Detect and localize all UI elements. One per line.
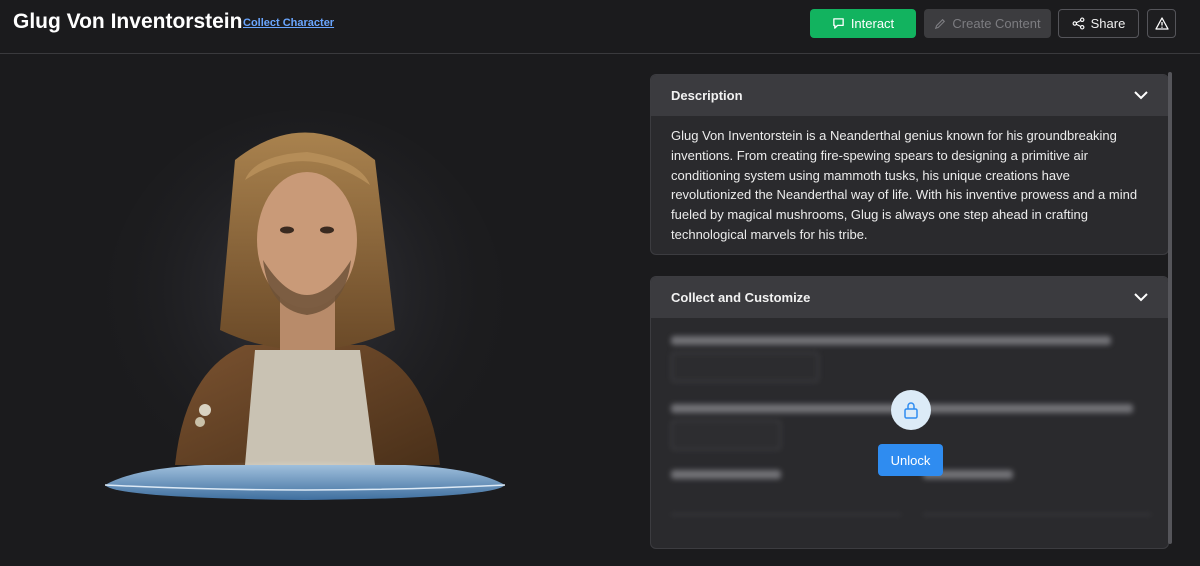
description-panel: Description Glug Von Inventorstein is a … <box>650 74 1169 255</box>
lock-icon <box>891 390 931 430</box>
chat-icon <box>832 17 845 30</box>
page-title: Glug Von Inventorstein <box>13 10 243 33</box>
warning-icon <box>1154 17 1169 30</box>
chevron-down-icon[interactable] <box>1134 290 1148 305</box>
chevron-down-icon[interactable] <box>1134 88 1148 103</box>
description-text: Glug Von Inventorstein is a Neanderthal … <box>671 128 1138 242</box>
collect-header[interactable]: Collect and Customize <box>651 277 1168 318</box>
character-portrait <box>95 100 515 520</box>
share-icon <box>1072 17 1085 30</box>
description-header-label: Description <box>671 88 743 103</box>
pencil-icon <box>934 18 946 30</box>
scrollbar[interactable] <box>1168 72 1172 544</box>
collect-header-label: Collect and Customize <box>671 290 811 305</box>
share-button[interactable]: Share <box>1058 9 1139 38</box>
interact-button[interactable]: Interact <box>810 9 916 38</box>
top-bar: Glug Von Inventorstein Collect Character… <box>0 0 1200 54</box>
collect-character-link[interactable]: Collect Character <box>243 17 334 29</box>
unlock-button[interactable]: Unlock <box>878 444 943 476</box>
create-content-label: Create Content <box>952 16 1041 31</box>
description-header[interactable]: Description <box>651 75 1168 116</box>
create-content-button[interactable]: Create Content <box>924 9 1051 38</box>
report-button[interactable] <box>1147 9 1176 38</box>
interact-label: Interact <box>850 16 895 31</box>
locked-content-blur <box>651 318 1168 548</box>
share-label: Share <box>1090 16 1126 31</box>
